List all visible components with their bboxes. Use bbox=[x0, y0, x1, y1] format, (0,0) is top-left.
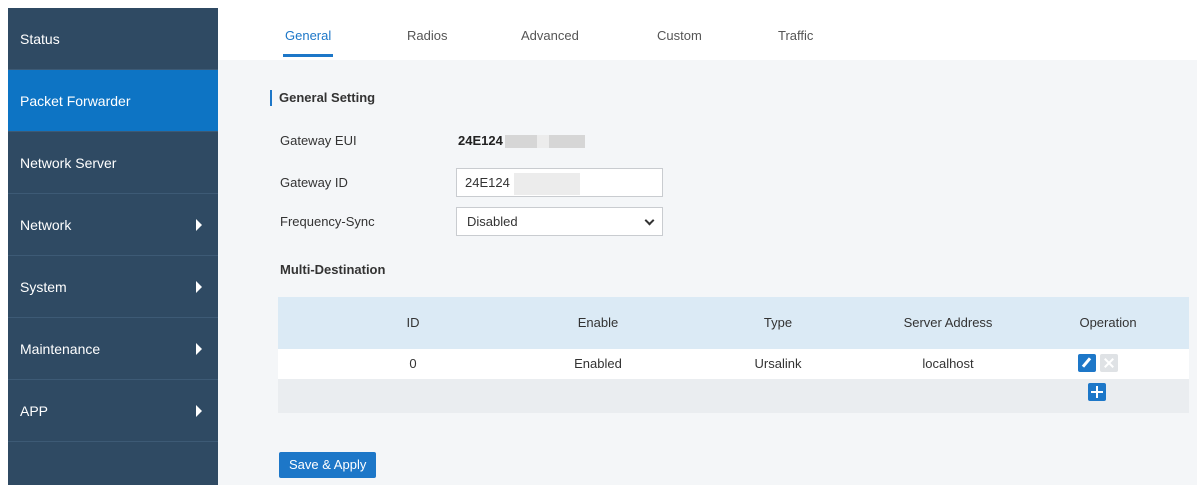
save-apply-button[interactable]: Save & Apply bbox=[279, 452, 377, 478]
sidebar-item-label: Maintenance bbox=[20, 340, 101, 357]
tab-bar: General Radios Advanced Custom Traffic bbox=[218, 8, 1197, 60]
frequency-sync-select[interactable]: Disabled bbox=[456, 207, 663, 236]
sidebar-item-label: APP bbox=[20, 402, 49, 419]
sidebar-item-label: System bbox=[20, 278, 67, 295]
column-header-server-address: Server Address bbox=[903, 315, 993, 330]
tab-general[interactable]: General bbox=[282, 28, 334, 57]
caret-right-icon bbox=[196, 404, 202, 417]
redacted-mask bbox=[513, 172, 580, 195]
cell-type: Ursalink bbox=[754, 356, 802, 371]
chevron-down-icon bbox=[644, 215, 655, 226]
multi-destination-table: ID Enable Type Server Address Operation … bbox=[278, 297, 1189, 413]
cell-id: 0 bbox=[409, 356, 417, 371]
gateway-eui-label: Gateway EUI bbox=[280, 133, 357, 148]
sidebar-item-app[interactable]: APP bbox=[8, 380, 218, 442]
multi-destination-title: Multi-Destination bbox=[280, 262, 386, 277]
sidebar-item-label: Packet Forwarder bbox=[20, 92, 131, 109]
main-content: General Radios Advanced Custom Traffic G… bbox=[218, 8, 1197, 485]
row-operations bbox=[1078, 354, 1118, 372]
sidebar-item-system[interactable]: System bbox=[8, 256, 218, 318]
tab-traffic[interactable]: Traffic bbox=[778, 28, 813, 43]
redacted-mask bbox=[504, 135, 585, 149]
column-header-type: Type bbox=[763, 315, 793, 330]
gateway-id-label: Gateway ID bbox=[280, 175, 348, 190]
gateway-eui-value: 24E124 bbox=[458, 133, 585, 149]
sidebar-nav: Status Packet Forwarder Network Server N… bbox=[8, 8, 218, 485]
sidebar-item-label: Status bbox=[20, 30, 60, 47]
column-header-enable: Enable bbox=[577, 315, 619, 330]
gateway-id-text: 24E124 bbox=[465, 175, 510, 190]
sidebar-item-label: Network Server bbox=[20, 154, 117, 171]
table-row: 0 Enabled Ursalink localhost bbox=[278, 349, 1189, 379]
caret-right-icon bbox=[196, 280, 202, 293]
caret-right-icon bbox=[196, 218, 202, 231]
caret-right-icon bbox=[196, 342, 202, 355]
sidebar-item-packet-forwarder[interactable]: Packet Forwarder bbox=[8, 70, 218, 132]
table-footer bbox=[278, 379, 1189, 413]
frequency-sync-label: Frequency-Sync bbox=[280, 214, 375, 229]
gateway-eui-text: 24E124 bbox=[458, 133, 503, 148]
frequency-sync-value: Disabled bbox=[467, 214, 518, 229]
cell-server-address: localhost bbox=[922, 356, 974, 371]
add-icon[interactable] bbox=[1088, 383, 1106, 401]
sidebar-item-maintenance[interactable]: Maintenance bbox=[8, 318, 218, 380]
cell-enable: Enabled bbox=[574, 356, 622, 371]
section-title: General Setting bbox=[270, 90, 375, 106]
delete-icon[interactable] bbox=[1100, 354, 1118, 372]
column-header-operation: Operation bbox=[1079, 315, 1137, 330]
tab-radios[interactable]: Radios bbox=[407, 28, 447, 43]
sidebar-item-network-server[interactable]: Network Server bbox=[8, 132, 218, 194]
edit-icon[interactable] bbox=[1078, 354, 1096, 372]
sidebar-item-label: Network bbox=[20, 216, 72, 233]
gateway-id-input[interactable]: 24E124 bbox=[456, 168, 663, 197]
sidebar-item-status[interactable]: Status bbox=[8, 8, 218, 70]
tab-custom[interactable]: Custom bbox=[657, 28, 702, 43]
sidebar-item-network[interactable]: Network bbox=[8, 194, 218, 256]
table-header: ID Enable Type Server Address Operation bbox=[278, 297, 1189, 349]
tab-advanced[interactable]: Advanced bbox=[521, 28, 579, 43]
column-header-id: ID bbox=[406, 315, 420, 330]
